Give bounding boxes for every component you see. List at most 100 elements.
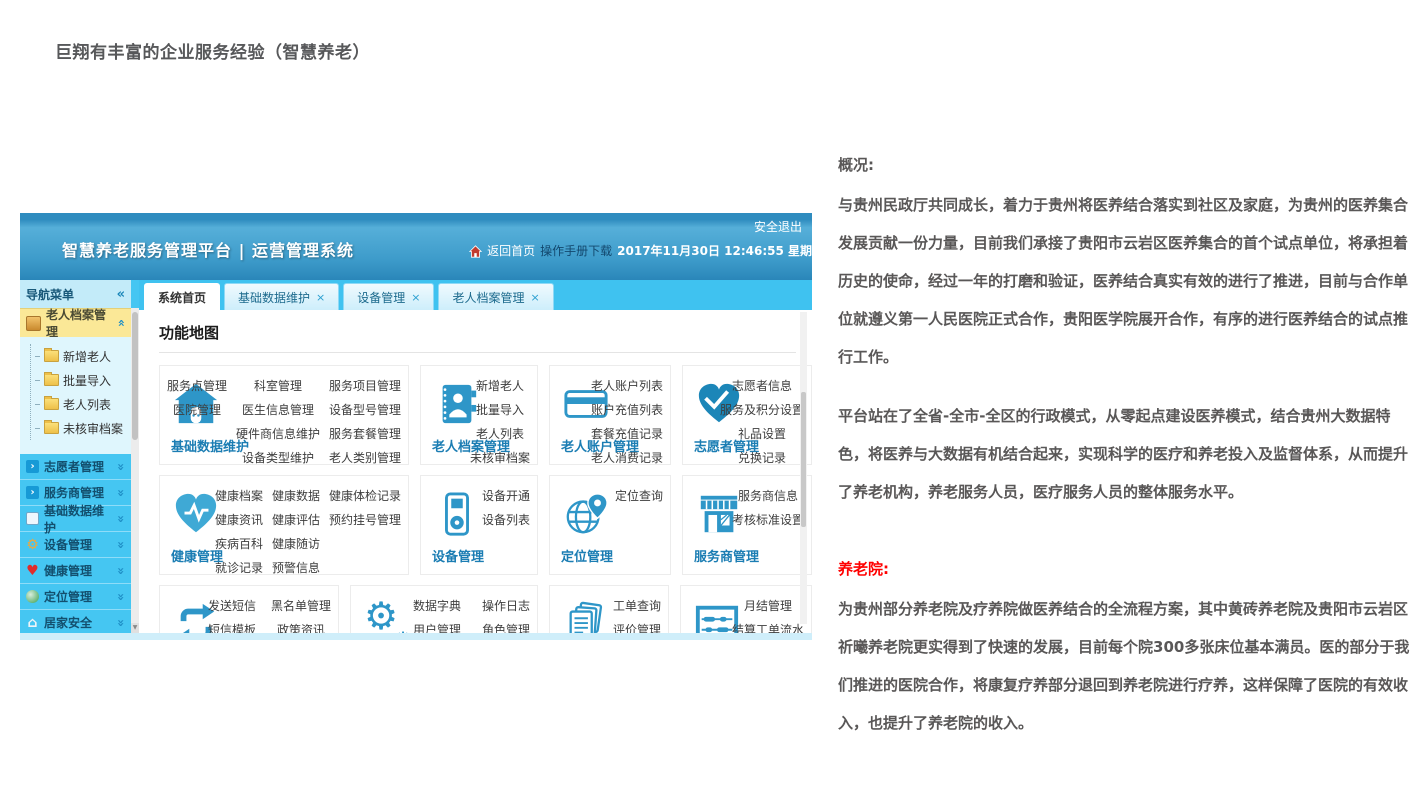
sidebar-scrollbar-thumb[interactable] bbox=[132, 312, 138, 440]
close-tab-icon[interactable]: × bbox=[531, 291, 540, 304]
card-link[interactable]: 服务商信息 bbox=[738, 487, 798, 504]
card-link[interactable]: 预约挂号管理 bbox=[329, 511, 401, 528]
card-link[interactable]: 数据字典 bbox=[413, 597, 461, 614]
chevron-down-icon[interactable]: » bbox=[114, 541, 128, 549]
sidebar-folder-item[interactable]: 新增老人 bbox=[35, 344, 131, 368]
content-scrollbar[interactable] bbox=[800, 312, 807, 624]
card-link[interactable]: 设备列表 bbox=[482, 511, 530, 528]
chevron-down-icon[interactable]: » bbox=[114, 489, 128, 497]
card-link[interactable]: 短信模板 bbox=[208, 621, 256, 633]
sidebar-item-健康管理[interactable]: ♥健康管理» bbox=[20, 558, 131, 584]
archive-icon bbox=[26, 316, 41, 331]
page-title: 巨翔有丰富的企业服务经验（智慧养老） bbox=[55, 38, 370, 63]
sidebar-item-定位管理[interactable]: 定位管理» bbox=[20, 584, 131, 610]
card-title[interactable]: 定位管理 bbox=[561, 546, 613, 565]
card-title[interactable]: 服务商管理 bbox=[694, 546, 759, 565]
docs-icon bbox=[563, 601, 609, 633]
card-link[interactable]: 考核标准设置 bbox=[732, 511, 804, 528]
card-link[interactable]: 预警信息 bbox=[272, 559, 320, 576]
card-link[interactable]: 老人账户列表 bbox=[591, 377, 663, 394]
card-link[interactable]: 新增老人 bbox=[476, 377, 524, 394]
sidebar-folder-item[interactable]: 未核审档案 bbox=[35, 416, 131, 440]
close-tab-icon[interactable]: × bbox=[411, 291, 420, 304]
function-card-设备管理: 设备开通设备列表设备管理 bbox=[420, 475, 538, 575]
card-link[interactable]: 老人类别管理 bbox=[329, 449, 401, 466]
card-link[interactable]: 黑名单管理 bbox=[271, 597, 331, 614]
chevron-down-icon[interactable]: » bbox=[114, 593, 128, 601]
card-link[interactable]: 结算工单流水 bbox=[732, 621, 804, 633]
sidebar-scrollbar[interactable]: ▼ bbox=[131, 280, 139, 633]
chevron-down-icon[interactable]: » bbox=[114, 463, 128, 471]
tab-系统首页[interactable]: 系统首页 bbox=[144, 283, 220, 310]
card-link[interactable]: 定位查询 bbox=[615, 487, 663, 504]
function-map-title: 功能地图 bbox=[159, 322, 812, 343]
card-link[interactable]: 操作日志 bbox=[482, 597, 530, 614]
card-title[interactable]: 基础数据维护 bbox=[171, 436, 249, 455]
chevron-up-icon[interactable]: » bbox=[114, 319, 128, 327]
sidebar-folder-item[interactable]: 老人列表 bbox=[35, 392, 131, 416]
card-link[interactable]: 设备类型维护 bbox=[242, 449, 314, 466]
card-link[interactable]: 用户管理 bbox=[413, 621, 461, 633]
card-link[interactable]: 服务项目管理 bbox=[329, 377, 401, 394]
sidebar-scroll-down-icon[interactable]: ▼ bbox=[131, 623, 139, 633]
card-link[interactable]: 账户充值列表 bbox=[591, 401, 663, 418]
content-scrollbar-thumb[interactable] bbox=[801, 392, 806, 527]
card-link[interactable]: 服务及积分设置 bbox=[720, 401, 804, 418]
card-link[interactable]: 健康资讯 bbox=[215, 511, 263, 528]
screenshot-window: 智慧养老服务管理平台 | 运营管理系统 安全退出 返回首页 操作手册下载 201… bbox=[20, 213, 812, 640]
overview-paragraph-1: 与贵州民政厅共同成长，着力于贵州将医养结合落实到社区及家庭，为贵州的医养集合发展… bbox=[838, 186, 1415, 376]
app-footer-strip bbox=[20, 633, 812, 640]
logout-link[interactable]: 安全退出 bbox=[754, 220, 802, 234]
sidebar-item-居家安全[interactable]: ⌂居家安全» bbox=[20, 610, 131, 633]
card-link[interactable]: 角色管理 bbox=[482, 621, 530, 633]
card-link[interactable]: 健康随访 bbox=[272, 535, 320, 552]
card-link[interactable]: 健康体检记录 bbox=[329, 487, 401, 504]
card-title[interactable]: 健康管理 bbox=[171, 546, 223, 565]
tab-老人档案管理[interactable]: 老人档案管理× bbox=[438, 283, 553, 310]
chevron-down-icon[interactable]: » bbox=[114, 619, 128, 627]
card-link[interactable]: 科室管理 bbox=[254, 377, 302, 394]
sidebar-item-基础数据维护[interactable]: 基础数据维护» bbox=[20, 506, 131, 532]
card-link[interactable]: 服务套餐管理 bbox=[329, 425, 401, 442]
tab-基础数据维护[interactable]: 基础数据维护× bbox=[224, 283, 339, 310]
card-link[interactable]: 政策资讯 bbox=[277, 621, 325, 633]
card-link[interactable]: 健康档案 bbox=[215, 487, 263, 504]
card-link[interactable]: 设备型号管理 bbox=[329, 401, 401, 418]
sidebar-item-设备管理[interactable]: ⚙设备管理» bbox=[20, 532, 131, 558]
sidebar-item-elder-archive[interactable]: 老人档案管理 » bbox=[20, 308, 131, 337]
gear-icon: ⚙ bbox=[26, 538, 39, 551]
globe-icon bbox=[26, 590, 39, 603]
card-link[interactable]: 服务点管理 bbox=[167, 377, 227, 394]
manual-download-link[interactable]: 操作手册下载 bbox=[540, 242, 612, 260]
card-link[interactable]: 健康数据 bbox=[272, 487, 320, 504]
card-row: 发送短信短信模板知识库管理黑名单管理政策资讯发送记录⚙⚙数据字典用户管理老人账号… bbox=[159, 585, 797, 633]
card-title[interactable]: 设备管理 bbox=[432, 546, 484, 565]
card-link[interactable]: 批量导入 bbox=[476, 401, 524, 418]
nursing-home-label: 养老院: bbox=[838, 550, 1415, 588]
card-title[interactable]: 老人账户管理 bbox=[561, 436, 639, 455]
overview-label: 概况: bbox=[838, 146, 1415, 184]
card-link[interactable]: 医生信息管理 bbox=[242, 401, 314, 418]
function-card-定位管理: 定位查询定位管理 bbox=[549, 475, 671, 575]
card-title[interactable]: 志愿者管理 bbox=[694, 436, 759, 455]
card-link[interactable]: 志愿者信息 bbox=[732, 377, 792, 394]
card-link[interactable]: 健康评估 bbox=[272, 511, 320, 528]
card-link[interactable]: 工单查询 bbox=[613, 597, 661, 614]
card-title[interactable]: 老人档案管理 bbox=[432, 436, 510, 455]
folder-icon bbox=[44, 374, 59, 386]
tab-bar: 系统首页基础数据维护×设备管理×老人档案管理× bbox=[139, 280, 812, 310]
card-link[interactable]: 评价管理 bbox=[613, 621, 661, 633]
sidebar-folder-item[interactable]: 批量导入 bbox=[35, 368, 131, 392]
data-icon bbox=[26, 512, 39, 525]
sidebar-item-志愿者管理[interactable]: ›志愿者管理» bbox=[20, 454, 131, 480]
chevron-down-icon[interactable]: » bbox=[114, 567, 128, 575]
chevron-down-icon[interactable]: » bbox=[114, 515, 128, 523]
close-tab-icon[interactable]: × bbox=[316, 291, 325, 304]
card-link[interactable]: 医院管理 bbox=[173, 401, 221, 418]
card-link[interactable]: 设备开通 bbox=[482, 487, 530, 504]
home-link[interactable]: 返回首页 bbox=[487, 242, 535, 260]
card-link[interactable]: 月结管理 bbox=[744, 597, 792, 614]
collapse-sidebar-icon[interactable]: « bbox=[117, 287, 125, 302]
card-link[interactable]: 发送短信 bbox=[208, 597, 256, 614]
tab-设备管理[interactable]: 设备管理× bbox=[343, 283, 434, 310]
